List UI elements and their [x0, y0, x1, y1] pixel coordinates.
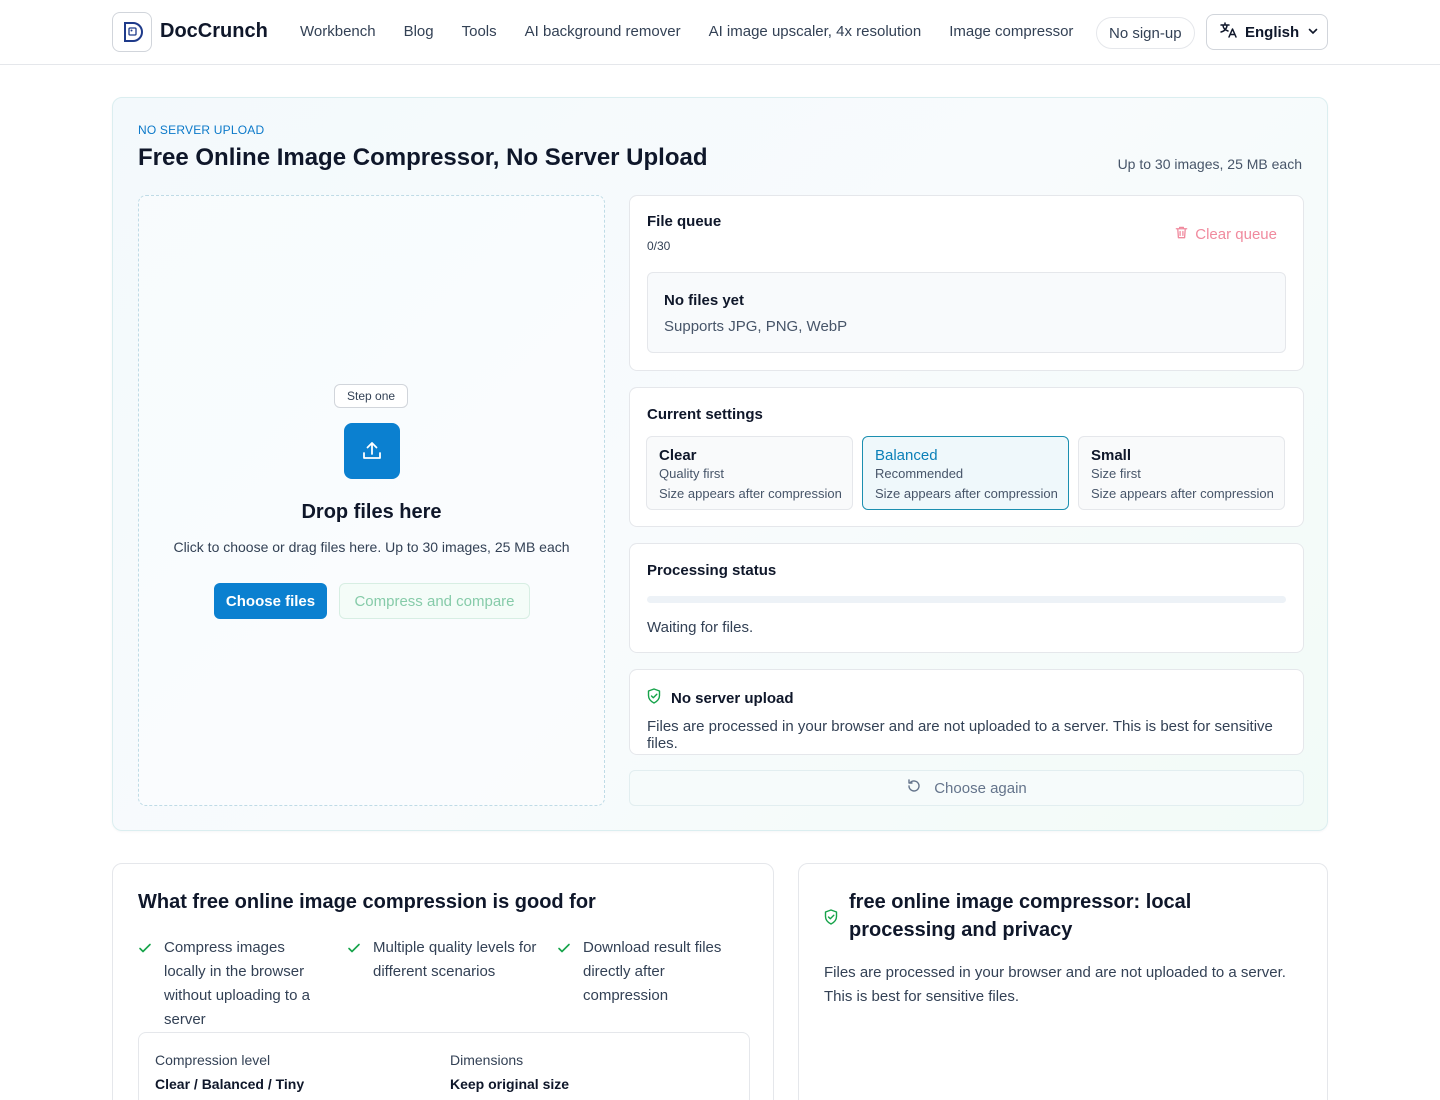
benefit-text: Multiple quality levels for different sc… [373, 939, 537, 980]
benefit-text: Compress images locally in the browser w… [164, 939, 310, 1028]
step-badge: Step one [334, 384, 409, 408]
trash-icon [1174, 225, 1189, 244]
settings-title: Current settings [647, 406, 763, 423]
quality-option-clear[interactable]: Clear Quality first Size appears after c… [646, 436, 853, 510]
top-header: DocCrunch Workbench Blog Tools AI backgr… [0, 0, 1440, 65]
nav-workbench[interactable]: Workbench [300, 23, 376, 40]
nav-background-remover[interactable]: AI background remover [525, 23, 681, 40]
drop-subtitle: Click to choose or drag files here. Up t… [173, 539, 570, 555]
choose-again-label: Choose again [934, 779, 1027, 797]
quality-option-balanced[interactable]: Balanced Recommended Size appears after … [862, 436, 1069, 510]
option-name: Small [1091, 447, 1132, 464]
benefits-title: What free online image compression is go… [138, 891, 596, 913]
translate-icon [1219, 21, 1237, 43]
local-processing-card: free online image compressor: local proc… [798, 863, 1328, 1100]
logo-icon[interactable] [112, 12, 152, 52]
benefit-item: Compress images locally in the browser w… [138, 936, 328, 1032]
option-name: Clear [659, 447, 697, 464]
settings-card: Current settings Clear Quality first Siz… [629, 387, 1304, 527]
option-name: Balanced [875, 447, 938, 464]
local-processing-title: free online image compressor: local proc… [849, 891, 1192, 941]
supported-formats-text: Supports JPG, PNG, WebP [664, 318, 848, 335]
spec-label-dimensions: Dimensions [450, 1052, 524, 1068]
check-icon [347, 939, 361, 984]
refresh-icon [906, 778, 922, 798]
nav-tools[interactable]: Tools [462, 23, 497, 40]
benefit-item: Multiple quality levels for different sc… [347, 936, 537, 984]
progress-bar [647, 596, 1286, 603]
empty-queue-box: No files yet Supports JPG, PNG, WebP [647, 272, 1286, 353]
choose-again-button[interactable]: Choose again [629, 770, 1304, 806]
benefit-text: Download result files directly after com… [583, 939, 722, 1004]
spec-label-compression: Compression level [155, 1052, 271, 1068]
privacy-card: No server upload Files are processed in … [629, 669, 1304, 755]
check-icon [138, 939, 152, 1032]
choose-files-button[interactable]: Choose files [214, 583, 327, 619]
clear-queue-button[interactable]: Clear queue [1174, 225, 1277, 244]
option-desc: Size first [1091, 466, 1141, 481]
privacy-title: No server upload [671, 689, 794, 707]
option-size: Size appears after compression [1091, 486, 1274, 501]
processing-status-title: Processing status [647, 562, 777, 579]
nav-image-compressor[interactable]: Image compressor [949, 23, 1073, 40]
status-message: Waiting for files. [647, 619, 754, 636]
nav-blog[interactable]: Blog [404, 23, 434, 40]
spec-box: Compression level Clear / Balanced / Tin… [138, 1032, 750, 1100]
file-queue-count: 0/30 [647, 239, 671, 253]
drop-zone[interactable]: Step one Drop files here Click to choose… [138, 195, 605, 806]
shield-check-icon [824, 909, 838, 930]
option-desc: Recommended [875, 466, 964, 481]
upload-limit-text: Up to 30 images, 25 MB each [1117, 156, 1302, 172]
file-queue-title: File queue [647, 213, 722, 230]
benefits-card: What free online image compression is go… [112, 863, 774, 1100]
privacy-body: Files are processed in your browser and … [647, 718, 1273, 752]
language-select[interactable]: English [1206, 14, 1328, 50]
quality-option-small[interactable]: Small Size first Size appears after comp… [1078, 436, 1285, 510]
no-signup-badge: No sign-up [1096, 17, 1195, 49]
local-processing-body: Files are processed in your browser and … [824, 964, 1286, 1005]
option-size: Size appears after compression [875, 486, 1058, 501]
option-desc: Quality first [659, 466, 725, 481]
page-title: Free Online Image Compressor, No Server … [138, 144, 708, 171]
chevron-down-icon [1307, 24, 1319, 41]
processing-status-card: Processing status Waiting for files. [629, 543, 1304, 653]
spec-value-compression: Clear / Balanced / Tiny [155, 1076, 305, 1092]
compress-compare-button[interactable]: Compress and compare [339, 583, 530, 619]
check-icon [557, 939, 571, 1008]
language-label: English [1245, 23, 1300, 41]
option-size: Size appears after compression [659, 486, 842, 501]
empty-queue-title: No files yet [664, 292, 745, 309]
shield-check-icon [647, 688, 661, 708]
compressor-panel: NO SERVER UPLOAD Free Online Image Compr… [112, 97, 1328, 831]
upload-icon[interactable] [344, 423, 400, 479]
main-nav: Workbench Blog Tools AI background remov… [300, 23, 1073, 40]
brand-name[interactable]: DocCrunch [160, 20, 268, 43]
nav-image-upscaler[interactable]: AI image upscaler, 4x resolution [709, 23, 922, 40]
clear-queue-label: Clear queue [1195, 226, 1277, 243]
drop-title: Drop files here [301, 501, 442, 523]
privacy-header: No server upload [647, 688, 794, 708]
eyebrow-label: NO SERVER UPLOAD [138, 123, 265, 137]
file-queue-card: File queue 0/30 Clear queue No files yet… [629, 195, 1304, 371]
benefit-item: Download result files directly after com… [557, 936, 747, 1008]
spec-value-dimensions: Keep original size [450, 1076, 570, 1092]
